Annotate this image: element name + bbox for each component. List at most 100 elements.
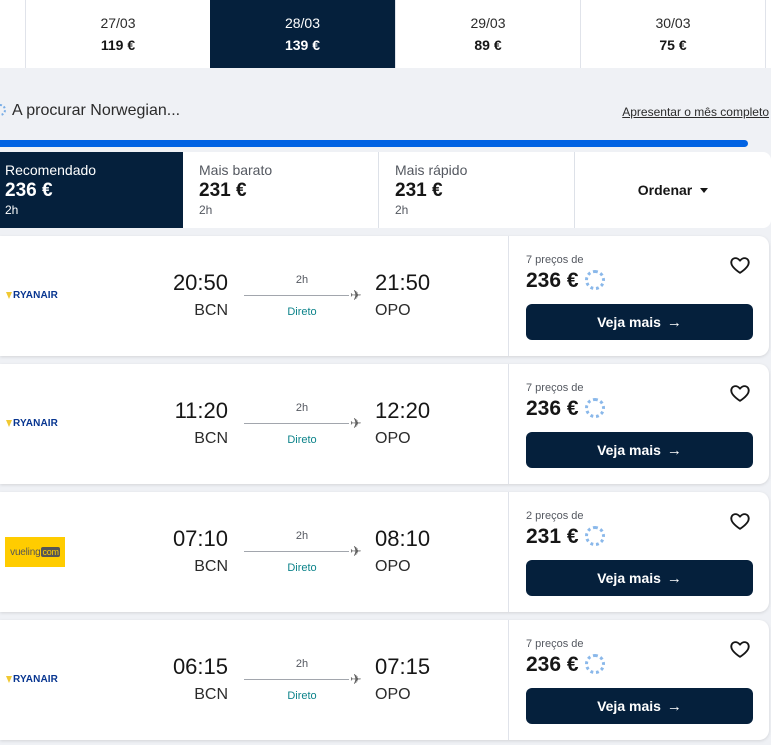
search-status-text: A procurar Norwegian... (12, 102, 181, 119)
loading-spinner-icon (585, 654, 605, 674)
date-label: 28/03 (284, 15, 321, 31)
show-full-month-link[interactable]: Apresentar o mês completo (622, 105, 769, 119)
date-price: 139 € (284, 37, 321, 53)
heart-outline-icon[interactable] (729, 510, 751, 532)
price: 231 € (526, 525, 579, 548)
tab-price: 231 € (395, 180, 443, 201)
search-progress-bar (0, 140, 771, 148)
loading-spinner-icon (585, 526, 605, 546)
see-more-button[interactable]: Veja mais → (526, 432, 753, 468)
search-status: A procurar Norwegian... Apresentar o mês… (0, 100, 771, 124)
see-more-button[interactable]: Veja mais → (526, 688, 753, 724)
progress-fill (0, 140, 748, 147)
airline-name-suffix: com (41, 547, 60, 557)
arrow-right-icon: → (666, 569, 682, 587)
departure-airport: BCN (194, 558, 228, 575)
ryanair-harp-icon (6, 676, 12, 683)
date-cell-partial[interactable] (0, 0, 25, 68)
price-count: 7 preços de (526, 638, 584, 650)
see-more-button[interactable]: Veja mais → (526, 304, 753, 340)
stops-label: Direto (287, 690, 317, 702)
price: 236 € (526, 653, 579, 676)
plane-icon: ✈ (350, 671, 362, 687)
departure-airport: BCN (194, 430, 228, 447)
ryanair-logo: RYANAIR (6, 418, 58, 429)
date-price: 75 € (659, 37, 687, 53)
date-price: 89 € (474, 37, 502, 53)
flight-details[interactable]: vueling com 07:10 BCN 2h ✈ Direto 08:10 O… (0, 492, 509, 612)
arrival-airport: OPO (375, 430, 411, 447)
see-more-label: Veja mais (597, 698, 661, 714)
departure-time: 20:50 (172, 270, 228, 295)
airline-name: RYANAIR (13, 674, 58, 685)
route-line (244, 679, 349, 680)
see-more-label: Veja mais (597, 314, 661, 330)
flight-duration: 2h (295, 274, 309, 286)
vueling-logo: vueling com (5, 537, 65, 567)
tab-duration: 2h (5, 203, 19, 217)
flight-duration: 2h (295, 402, 309, 414)
heart-outline-icon[interactable] (729, 254, 751, 276)
flight-details[interactable]: RYANAIR 06:15 BCN 2h ✈ Direto 07:15 OPO (0, 620, 509, 740)
sort-order-label: Ordenar (637, 182, 693, 198)
date-price: 119 € (100, 37, 136, 53)
tab-recommended[interactable]: Recomendado 236 € 2h (0, 152, 183, 228)
arrow-right-icon: → (666, 313, 682, 331)
date-strip: 27/03 119 € 28/03 139 € 29/03 89 € 30/03… (0, 0, 771, 68)
date-cell-selected[interactable]: 28/03 139 € (210, 0, 395, 68)
loading-spinner-icon (585, 398, 605, 418)
sort-order-dropdown[interactable]: Ordenar (575, 152, 771, 228)
stops-label: Direto (287, 306, 317, 318)
tab-fastest[interactable]: Mais rápido 231 € 2h (379, 152, 575, 228)
date-cell-partial[interactable] (765, 0, 771, 68)
stops-label: Direto (287, 562, 317, 574)
price-count: 7 preços de (526, 254, 584, 266)
tab-label: Mais barato (199, 162, 273, 178)
airline-name: vueling (10, 546, 41, 558)
flight-result-card: vueling com 07:10 BCN 2h ✈ Direto 08:10 O… (0, 492, 769, 612)
date-label: 30/03 (655, 15, 691, 31)
heart-outline-icon[interactable] (729, 382, 751, 404)
departure-airport: BCN (194, 302, 228, 319)
flight-details[interactable]: RYANAIR 11:20 BCN 2h ✈ Direto 12:20 OPO (0, 364, 509, 484)
tab-duration: 2h (395, 203, 409, 217)
price-count: 2 preços de (526, 510, 584, 522)
loading-spinner-icon (585, 270, 605, 290)
tab-price: 231 € (199, 180, 247, 201)
ryanair-harp-icon (6, 420, 12, 427)
date-label: 27/03 (100, 15, 136, 31)
departure-time: 07:10 (172, 526, 228, 551)
ryanair-logo: RYANAIR (6, 290, 58, 301)
route-line (244, 551, 349, 552)
route-line (244, 423, 349, 424)
tab-duration: 2h (199, 203, 213, 217)
arrow-right-icon: → (666, 441, 682, 459)
price: 236 € (526, 269, 579, 292)
date-cell[interactable]: 29/03 89 € (395, 0, 580, 68)
caret-down-icon (700, 187, 709, 193)
stops-label: Direto (287, 434, 317, 446)
price-panel: 7 preços de 236 € Veja mais → (510, 620, 769, 740)
price-panel: 7 preços de 236 € Veja mais → (510, 236, 769, 356)
price: 236 € (526, 397, 579, 420)
arrival-time: 07:15 (375, 654, 431, 679)
see-more-button[interactable]: Veja mais → (526, 560, 753, 596)
sort-tabs: Recomendado 236 € 2h Mais barato 231 € 2… (0, 152, 771, 228)
arrival-airport: OPO (375, 302, 411, 319)
departure-airport: BCN (194, 686, 228, 703)
heart-outline-icon[interactable] (729, 638, 751, 660)
airline-name: RYANAIR (13, 418, 58, 429)
flight-result-card: RYANAIR 20:50 BCN 2h ✈ Direto 21:50 OPO … (0, 236, 769, 356)
price-panel: 2 preços de 231 € Veja mais → (510, 492, 769, 612)
price-count: 7 preços de (526, 382, 584, 394)
flight-details[interactable]: RYANAIR 20:50 BCN 2h ✈ Direto 21:50 OPO (0, 236, 509, 356)
date-cell[interactable]: 30/03 75 € (580, 0, 765, 68)
loading-spinner-icon (0, 104, 6, 116)
see-more-label: Veja mais (597, 570, 661, 586)
tab-cheapest[interactable]: Mais barato 231 € 2h (183, 152, 379, 228)
route-line (244, 295, 349, 296)
plane-icon: ✈ (350, 543, 362, 559)
arrow-right-icon: → (666, 697, 682, 715)
date-cell[interactable]: 27/03 119 € (25, 0, 210, 68)
plane-icon: ✈ (350, 287, 362, 303)
